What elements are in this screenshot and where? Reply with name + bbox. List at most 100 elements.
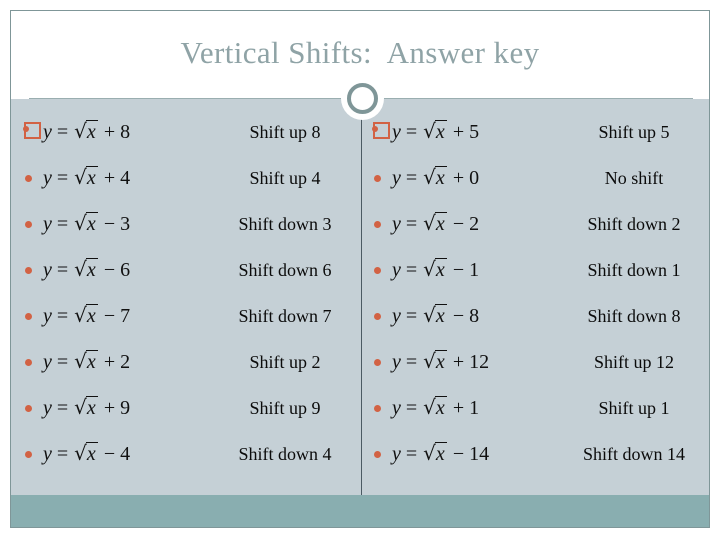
square-root-icon: √ x (74, 258, 98, 280)
equation: y = √ x −7 (43, 304, 218, 328)
shift-constant: 0 (469, 167, 480, 189)
operator-sign: − (103, 305, 116, 327)
equation: y = √ x +9 (43, 396, 218, 420)
accent-bottom-bar (11, 495, 709, 527)
equation-variable: y (43, 167, 52, 189)
shift-constant: 2 (469, 213, 480, 235)
equals-sign: = (56, 167, 69, 189)
answer-row: y = √ x +1 Shift up 1 (360, 385, 709, 431)
equation-variable: y (392, 259, 401, 281)
square-root-icon: √ x (423, 396, 447, 418)
equals-sign: = (56, 443, 69, 465)
answer-row: y = √ x +8 Shift up 8 (11, 109, 360, 155)
shift-constant: 6 (120, 259, 131, 281)
answer-text: Shift down 4 (238, 443, 332, 464)
answer-text: Shift down 3 (238, 213, 332, 234)
equation: y = √ x −8 (392, 304, 567, 328)
radicand: x (434, 212, 447, 235)
answer-columns: y = √ x +8 Shift up 8 y = √ x +4 Shift up 4 y = √ x −3 Sh… (11, 99, 709, 495)
equation-variable: y (392, 121, 401, 143)
equation-variable: y (392, 305, 401, 327)
equation: y = √ x −6 (43, 258, 218, 282)
answer-row: y = √ x −14 Shift down 14 (360, 431, 709, 477)
answer-text: Shift down 6 (238, 259, 332, 280)
bullet-dot-icon (374, 451, 381, 458)
square-root-icon: √ x (423, 258, 447, 280)
equation: y = √ x +12 (392, 350, 567, 374)
answer-row: y = √ x +2 Shift up 2 (11, 339, 360, 385)
equation-variable: y (43, 213, 52, 235)
answer-row: y = √ x −4 Shift down 4 (11, 431, 360, 477)
equals-sign: = (405, 121, 418, 143)
shift-constant: 1 (469, 397, 480, 419)
square-root-icon: √ x (423, 442, 447, 464)
operator-sign: − (452, 259, 465, 281)
answer-row: y = √ x −6 Shift down 6 (11, 247, 360, 293)
answer-text: Shift up 9 (249, 397, 321, 418)
answer-row: y = √ x −3 Shift down 3 (11, 201, 360, 247)
equation-variable: y (392, 213, 401, 235)
equals-sign: = (56, 121, 69, 143)
placeholder-box-icon (373, 122, 390, 139)
square-root-icon: √ x (423, 304, 447, 326)
bullet-dot-icon (374, 359, 381, 366)
operator-sign: − (103, 259, 116, 281)
radicand: x (434, 166, 447, 189)
shift-constant: 1 (469, 259, 480, 281)
equation: y = √ x −2 (392, 212, 567, 236)
equation-variable: y (43, 443, 52, 465)
bullet-cell (360, 339, 392, 385)
square-root-icon: √ x (74, 120, 98, 142)
square-root-icon: √ x (74, 166, 98, 188)
right-column: y = √ x +5 Shift up 5 y = √ x +0 No shift y = √ x −2 Shif… (360, 99, 709, 495)
shift-constant: 14 (469, 443, 490, 465)
bullet-cell (11, 247, 43, 293)
equals-sign: = (405, 397, 418, 419)
operator-sign: + (103, 121, 116, 143)
bullet-dot-icon (25, 405, 32, 412)
page-title: Vertical Shifts: Answer key (180, 35, 540, 70)
answer-text: Shift down 14 (582, 443, 685, 464)
equals-sign: = (405, 443, 418, 465)
operator-sign: + (452, 167, 465, 189)
radicand: x (85, 120, 98, 143)
equation: y = √ x +2 (43, 350, 218, 374)
equals-sign: = (405, 259, 418, 281)
content-area: y = √ x +8 Shift up 8 y = √ x +4 Shift up 4 y = √ x −3 Sh… (11, 99, 709, 527)
equation: y = √ x +5 (392, 120, 567, 144)
bullet-cell (360, 293, 392, 339)
answer-text: Shift down 2 (587, 213, 681, 234)
answer-row: y = √ x −7 Shift down 7 (11, 293, 360, 339)
equation: y = √ x −1 (392, 258, 567, 282)
equals-sign: = (405, 167, 418, 189)
radicand: x (434, 396, 447, 419)
answer-text: Shift up 4 (249, 167, 321, 188)
square-root-icon: √ x (74, 396, 98, 418)
equals-sign: = (56, 259, 69, 281)
equals-sign: = (56, 397, 69, 419)
bullet-dot-icon (25, 359, 32, 366)
equals-sign: = (56, 351, 69, 373)
shift-constant: 2 (120, 351, 131, 373)
answer-row: y = √ x −2 Shift down 2 (360, 201, 709, 247)
equals-sign: = (405, 351, 418, 373)
answer-row: y = √ x +0 No shift (360, 155, 709, 201)
equation: y = √ x +4 (43, 166, 218, 190)
shift-constant: 4 (120, 167, 131, 189)
operator-sign: − (452, 443, 465, 465)
bullet-cell (11, 431, 43, 477)
answer-row: y = √ x +12 Shift up 12 (360, 339, 709, 385)
equation: y = √ x −14 (392, 442, 567, 466)
radicand: x (85, 304, 98, 327)
operator-sign: + (452, 397, 465, 419)
radicand: x (434, 350, 447, 373)
left-column: y = √ x +8 Shift up 8 y = √ x +4 Shift up 4 y = √ x −3 Sh… (11, 99, 360, 495)
operator-sign: − (103, 213, 116, 235)
bullet-dot-icon (374, 175, 381, 182)
answer-text: Shift up 1 (598, 397, 670, 418)
answer-text: Shift up 12 (593, 351, 674, 372)
bullet-dot-icon (374, 405, 381, 412)
operator-sign: + (103, 167, 116, 189)
answer-row: y = √ x +4 Shift up 4 (11, 155, 360, 201)
bullet-cell (360, 155, 392, 201)
